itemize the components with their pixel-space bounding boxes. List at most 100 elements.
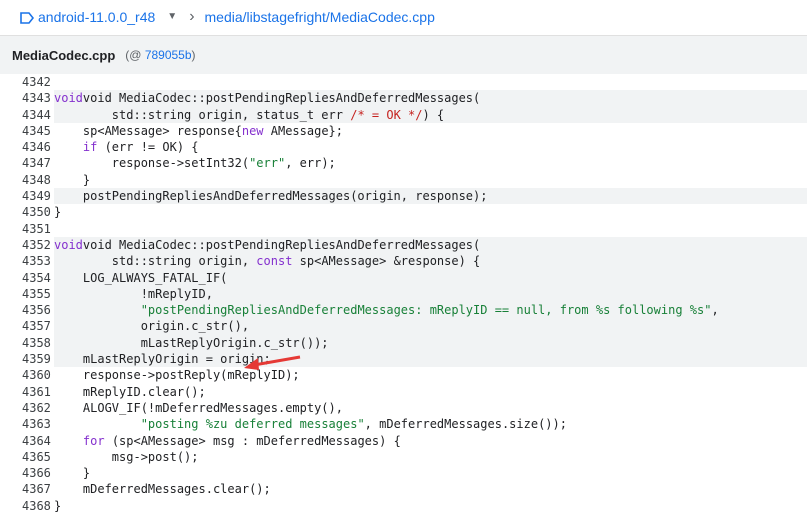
code-text: "posting %zu deferred messages", mDeferr… xyxy=(54,416,807,432)
code-text: msg->post(); xyxy=(54,449,199,464)
code-text: mLastReplyOrigin.c_str()); xyxy=(54,335,329,350)
code-text-part: ) { xyxy=(422,107,445,122)
code-keyword: new xyxy=(241,123,264,138)
line-number[interactable]: 4366 xyxy=(12,465,54,482)
code-keyword: const xyxy=(256,254,293,269)
code-text-part: sp<AMessage> response{ xyxy=(54,123,242,138)
code-line: 4367 mDeferredMessages.clear(); xyxy=(12,481,807,498)
code-line: 4360 response->postReply(mReplyID); xyxy=(12,367,807,384)
line-number[interactable]: 4352 xyxy=(12,236,54,254)
line-number[interactable]: 4345 xyxy=(12,122,54,140)
code-text: for (sp<AMessage> msg : mDeferredMessage… xyxy=(54,433,807,449)
code-text: !mReplyID, xyxy=(54,286,213,301)
red-arrow-icon xyxy=(244,355,301,370)
line-number[interactable]: 4354 xyxy=(12,269,54,286)
code-line: 4356 "postPendingRepliesAndDeferredMessa… xyxy=(12,302,807,319)
code-line: 4363 "posting %zu deferred messages", mD… xyxy=(12,416,807,433)
line-number[interactable]: 4348 xyxy=(12,171,54,189)
code-line: 4344 std::string origin, status_t err /*… xyxy=(12,106,807,123)
code-line: 4351 xyxy=(12,220,807,237)
code-text: response->setInt32("err", err); xyxy=(54,155,807,171)
line-number[interactable]: 4357 xyxy=(12,318,54,335)
line-number[interactable]: 4342 xyxy=(12,74,54,91)
code-text: postPendingRepliesAndDeferredMessages(or… xyxy=(54,189,488,204)
commit-hash-link[interactable]: 789055b xyxy=(145,48,192,62)
code-text: ALOGV_IF(!mDeferredMessages.empty(), xyxy=(54,400,343,415)
code-line: 4348 } xyxy=(12,171,807,189)
code-text: mDeferredMessages.clear(); xyxy=(54,482,271,497)
code-text: mReplyID.clear(); xyxy=(54,384,206,399)
code-text-part xyxy=(54,140,83,154)
line-number[interactable]: 4356 xyxy=(12,302,54,319)
caret-down-icon[interactable]: ▼ xyxy=(167,11,177,22)
line-number[interactable]: 4360 xyxy=(12,367,54,384)
file-name: MediaCodec.cpp xyxy=(12,47,116,63)
line-number[interactable]: 4368 xyxy=(12,497,54,515)
code-text-part: (err != OK) { xyxy=(97,140,199,155)
code-string: "posting %zu deferred messages" xyxy=(140,417,365,432)
line-number[interactable]: 4363 xyxy=(12,416,54,433)
code-line: 4352 voidvoid MediaCodec::postPendingRepl… xyxy=(12,236,807,254)
code-line: 4359 mLastReplyOrigin = origin; xyxy=(12,351,807,368)
code-text-part: , mDeferredMessages.size()); xyxy=(364,417,567,432)
code-text: std::string origin, status_t err /* = OK… xyxy=(54,107,807,123)
code-line: 4362 ALOGV_IF(!mDeferredMessages.empty()… xyxy=(12,399,807,417)
code-keyword: void xyxy=(54,237,83,252)
code-line: 4361 mReplyID.clear(); xyxy=(12,383,807,400)
line-number[interactable]: 4347 xyxy=(12,155,54,172)
code-text-part: , xyxy=(711,303,719,318)
line-number[interactable]: 4344 xyxy=(12,106,54,123)
code-line: 4357 origin.c_str(), xyxy=(12,318,807,335)
line-number[interactable]: 4358 xyxy=(12,334,54,352)
code-keyword: for xyxy=(82,433,105,448)
code-line: 4353 std::string origin, const sp<AMessa… xyxy=(12,253,807,270)
code-string: "postPendingRepliesAndDeferredMessages: … xyxy=(140,303,712,318)
code-text: sp<AMessage> response{new AMessage}; xyxy=(54,123,807,139)
code-line: 4365 msg->post(); xyxy=(12,448,807,466)
file-path-link[interactable]: media/libstagefright/MediaCodec.cpp xyxy=(205,9,435,25)
code-line: 4342 xyxy=(12,74,807,91)
code-line: 4368} xyxy=(12,497,807,515)
commit-prefix: (@ xyxy=(125,48,145,62)
code-line: 4350} xyxy=(12,204,807,221)
code-text: } xyxy=(54,172,91,187)
line-number[interactable]: 4364 xyxy=(12,432,54,449)
line-number[interactable]: 4362 xyxy=(12,399,54,417)
line-number[interactable]: 4351 xyxy=(12,220,54,237)
code-text-part: void MediaCodec::postPendingRepliesAndDe… xyxy=(82,91,481,106)
code-text-part: (sp<AMessage> msg : mDeferredMessages) { xyxy=(104,433,401,448)
code-text: voidvoid MediaCodec::postPendingRepliesA… xyxy=(54,90,807,106)
code-text: voidvoid MediaCodec::postPendingRepliesA… xyxy=(54,237,807,253)
line-number[interactable]: 4367 xyxy=(12,481,54,498)
line-number[interactable]: 4361 xyxy=(12,383,54,400)
line-number[interactable]: 4349 xyxy=(12,188,54,205)
breadcrumb-separator: › xyxy=(189,7,195,25)
code-text-part: , err); xyxy=(285,156,336,171)
file-header: MediaCodec.cpp (@ 789055b) xyxy=(0,35,807,74)
code-line: 4343 voidvoid MediaCodec::postPendingRepl… xyxy=(12,90,807,107)
line-number[interactable]: 4365 xyxy=(12,448,54,466)
code-text: "postPendingRepliesAndDeferredMessages: … xyxy=(54,302,807,318)
line-number[interactable]: 4355 xyxy=(12,285,54,303)
line-number[interactable]: 4353 xyxy=(12,253,54,270)
line-number[interactable]: 4343 xyxy=(12,90,54,107)
line-number[interactable]: 4346 xyxy=(12,139,54,156)
code-text: } xyxy=(54,205,62,220)
code-line: 4364 for (sp<AMessage> msg : mDeferredMe… xyxy=(12,432,807,449)
code-text-part: AMessage}; xyxy=(263,123,344,138)
code-text-part: void MediaCodec::postPendingRepliesAndDe… xyxy=(82,237,481,252)
repo-icon xyxy=(20,11,35,24)
line-number[interactable]: 4359 xyxy=(12,351,54,368)
code-text: if (err != OK) { xyxy=(54,139,807,155)
code-text: LOG_ALWAYS_FATAL_IF( xyxy=(54,270,228,285)
code-text-part: response->setInt32( xyxy=(54,156,250,171)
code-text-part: sp<AMessage> &response) { xyxy=(292,254,481,269)
code-text-part: std::string origin, xyxy=(54,254,257,269)
code-keyword: void xyxy=(54,91,83,106)
code-line: 4355 !mReplyID, xyxy=(12,285,807,303)
branch-link[interactable]: android-11.0.0_r48 xyxy=(38,9,155,25)
line-number[interactable]: 4350 xyxy=(12,204,54,221)
code-line: 4358 mLastReplyOrigin.c_str()); xyxy=(12,334,807,352)
